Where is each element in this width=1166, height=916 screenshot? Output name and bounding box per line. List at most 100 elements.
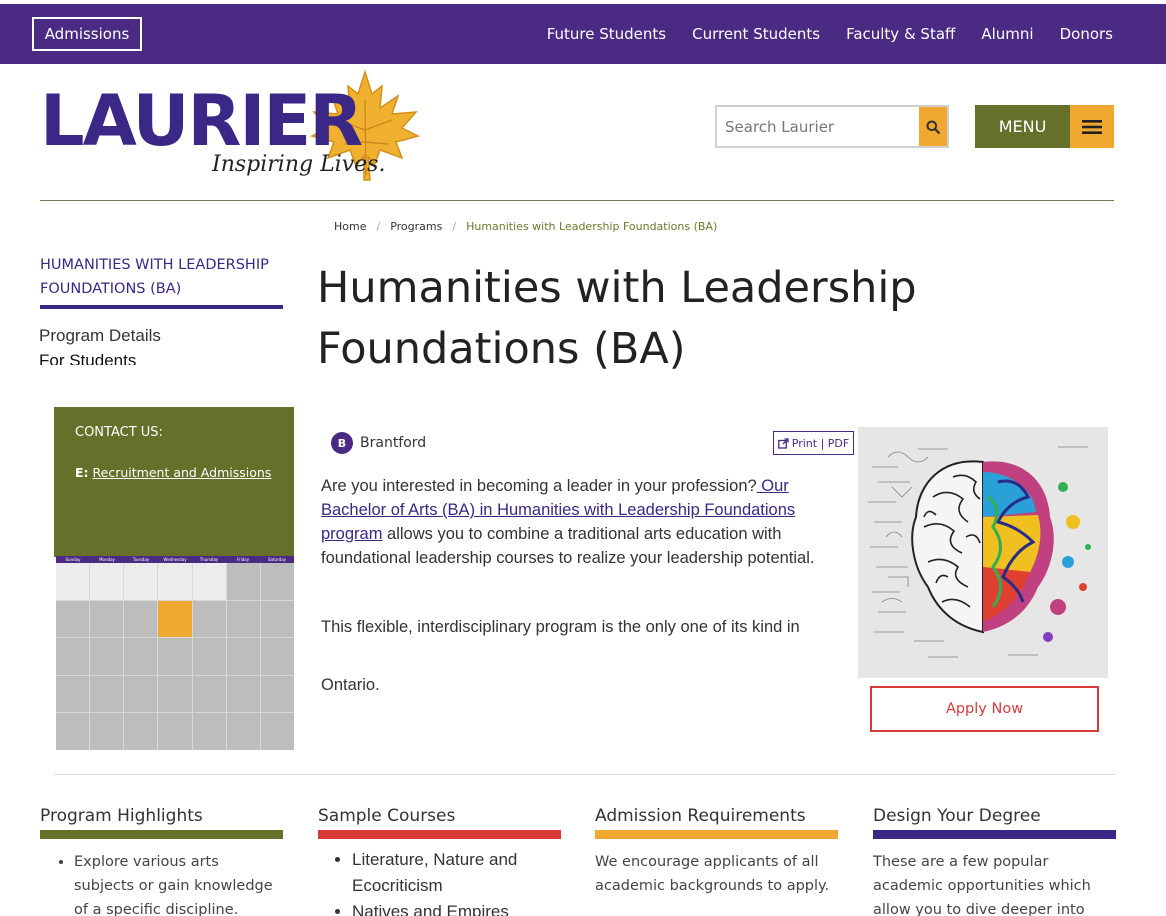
calendar-cell [260, 713, 294, 750]
nav-donors[interactable]: Donors [1060, 25, 1113, 43]
design-your-degree-section: Design Your Degree These are a few popul… [873, 806, 1116, 916]
brain-illustration [858, 427, 1108, 678]
recruitment-admissions-link[interactable]: Recruitment and Admissions [93, 465, 272, 480]
campus-badge: B [331, 432, 353, 454]
email-prefix: E: [75, 465, 89, 480]
calendar-cell [226, 563, 260, 600]
intro-paragraph: Are you interested in becoming a leader … [321, 474, 853, 570]
search-input[interactable] [717, 107, 919, 146]
breadcrumb-home[interactable]: Home [334, 220, 366, 233]
menu-button[interactable]: MENU [975, 105, 1114, 148]
calendar-cell [192, 600, 226, 638]
ontario-paragraph: Ontario. [321, 676, 380, 694]
admission-requirements-title: Admission Requirements [595, 806, 838, 839]
sidebar-title[interactable]: HUMANITIES WITH LEADERSHIP FOUNDATIONS (… [40, 253, 283, 309]
calendar-cell [90, 600, 124, 638]
calendar-cell [192, 638, 226, 675]
nav-faculty-staff[interactable]: Faculty & Staff [846, 25, 955, 43]
calendar-cell [226, 713, 260, 750]
sample-courses-section: Sample Courses Literature, Nature and Ec… [318, 806, 561, 916]
calendar-cell [260, 600, 294, 638]
program-highlights-list: Explore various arts subjects or gain kn… [40, 850, 283, 916]
campus-tag: B Brantford [331, 432, 426, 454]
calendar-cell-highlighted [158, 600, 192, 638]
calendar-day-label: Monday [99, 557, 115, 562]
calendar-day-label: Saturday [267, 557, 287, 562]
nav-alumni[interactable]: Alumni [981, 25, 1033, 43]
calendar-cell [90, 563, 124, 600]
calendar-cell [260, 638, 294, 675]
menu-label: MENU [975, 105, 1070, 148]
page-title: Humanities with Leadership Foundations (… [317, 263, 917, 374]
admission-requirements-section: Admission Requirements We encourage appl… [595, 806, 838, 898]
calendar-cell [124, 563, 158, 600]
list-item: Natives and Empires [352, 899, 561, 916]
external-link-icon [777, 437, 789, 449]
laurier-logo[interactable]: LAURIER Inspiring Lives. [40, 70, 430, 182]
calendar-cell [192, 563, 226, 600]
print-pdf-label: Print | PDF [791, 436, 850, 450]
sample-courses-list: Literature, Nature and Ecocriticism Nati… [318, 847, 561, 916]
calendar-weekday-header: Sunday Monday Tuesday Wednesday Thursday… [56, 556, 294, 563]
intro-text-after: allows you to combine a traditional arts… [321, 525, 815, 567]
search-button[interactable] [919, 107, 947, 146]
calendar-cell [192, 713, 226, 750]
sidebar-item-for-students[interactable]: For Students [39, 350, 136, 365]
calendar-cell [90, 675, 124, 713]
search-icon [926, 120, 940, 134]
program-highlights-title: Program Highlights [40, 806, 283, 839]
calendar-day-label: Friday [236, 557, 250, 562]
breadcrumb-separator: / [452, 220, 457, 233]
logo-wordmark: LAURIER [40, 80, 363, 162]
breadcrumb-separator: / [376, 220, 381, 233]
calendar-cell [192, 675, 226, 713]
calendar-cell [226, 675, 260, 713]
search-box [715, 105, 949, 148]
calendar-day-label: Tuesday [132, 557, 150, 562]
nav-future-students[interactable]: Future Students [547, 25, 666, 43]
sidebar-item-program-details[interactable]: Program Details [39, 326, 161, 346]
list-item: Explore various arts subjects or gain kn… [74, 850, 283, 916]
sample-courses-title: Sample Courses [318, 806, 561, 839]
contact-box: CONTACT US: E: Recruitment and Admission… [54, 407, 294, 557]
top-bar: Admissions Future Students Current Stude… [0, 4, 1166, 64]
calendar-cell [56, 638, 90, 675]
logo-tagline: Inspiring Lives. [212, 152, 386, 177]
design-your-degree-text: These are a few popular academic opportu… [873, 854, 1091, 916]
calendar-cell [260, 675, 294, 713]
calendar-cell [158, 675, 192, 713]
program-highlights-section: Program Highlights Explore various arts … [40, 806, 283, 916]
calendar-cell [158, 563, 192, 600]
calendar-day-label: Wednesday [163, 557, 187, 562]
nav-current-students[interactable]: Current Students [692, 25, 820, 43]
breadcrumb: Home / Programs / Humanities with Leader… [334, 220, 717, 233]
calendar-cell [226, 600, 260, 638]
contact-email: E: Recruitment and Admissions [75, 465, 271, 480]
breadcrumb-current: Humanities with Leadership Foundations (… [466, 220, 718, 233]
admission-requirements-text: We encourage applicants of all academic … [595, 854, 830, 894]
calendar-cell [124, 638, 158, 675]
content-divider [54, 774, 1116, 775]
header-divider [40, 200, 1114, 201]
list-item: Literature, Nature and Ecocriticism [352, 847, 561, 899]
calendar-day-label: Thursday [199, 557, 219, 562]
campus-name: Brantford [360, 435, 427, 451]
contact-heading: CONTACT US: [75, 425, 163, 440]
audience-nav: Future Students Current Students Faculty… [547, 4, 1113, 64]
calendar-cell [124, 600, 158, 638]
calendar-image: Sunday Monday Tuesday Wednesday Thursday… [56, 556, 294, 750]
calendar-cell [90, 638, 124, 675]
apply-now-button[interactable]: Apply Now [870, 686, 1099, 732]
breadcrumb-programs[interactable]: Programs [390, 220, 442, 233]
calendar-cell [124, 713, 158, 750]
admissions-button[interactable]: Admissions [32, 17, 142, 51]
calendar-cell [158, 713, 192, 750]
calendar-cell [158, 638, 192, 675]
hamburger-icon [1070, 105, 1114, 148]
calendar-cell [124, 675, 158, 713]
calendar-cell [56, 600, 90, 638]
calendar-cell [260, 563, 294, 600]
print-pdf-button[interactable]: Print | PDF [773, 431, 854, 455]
calendar-cell [56, 675, 90, 713]
calendar-cell [90, 713, 124, 750]
